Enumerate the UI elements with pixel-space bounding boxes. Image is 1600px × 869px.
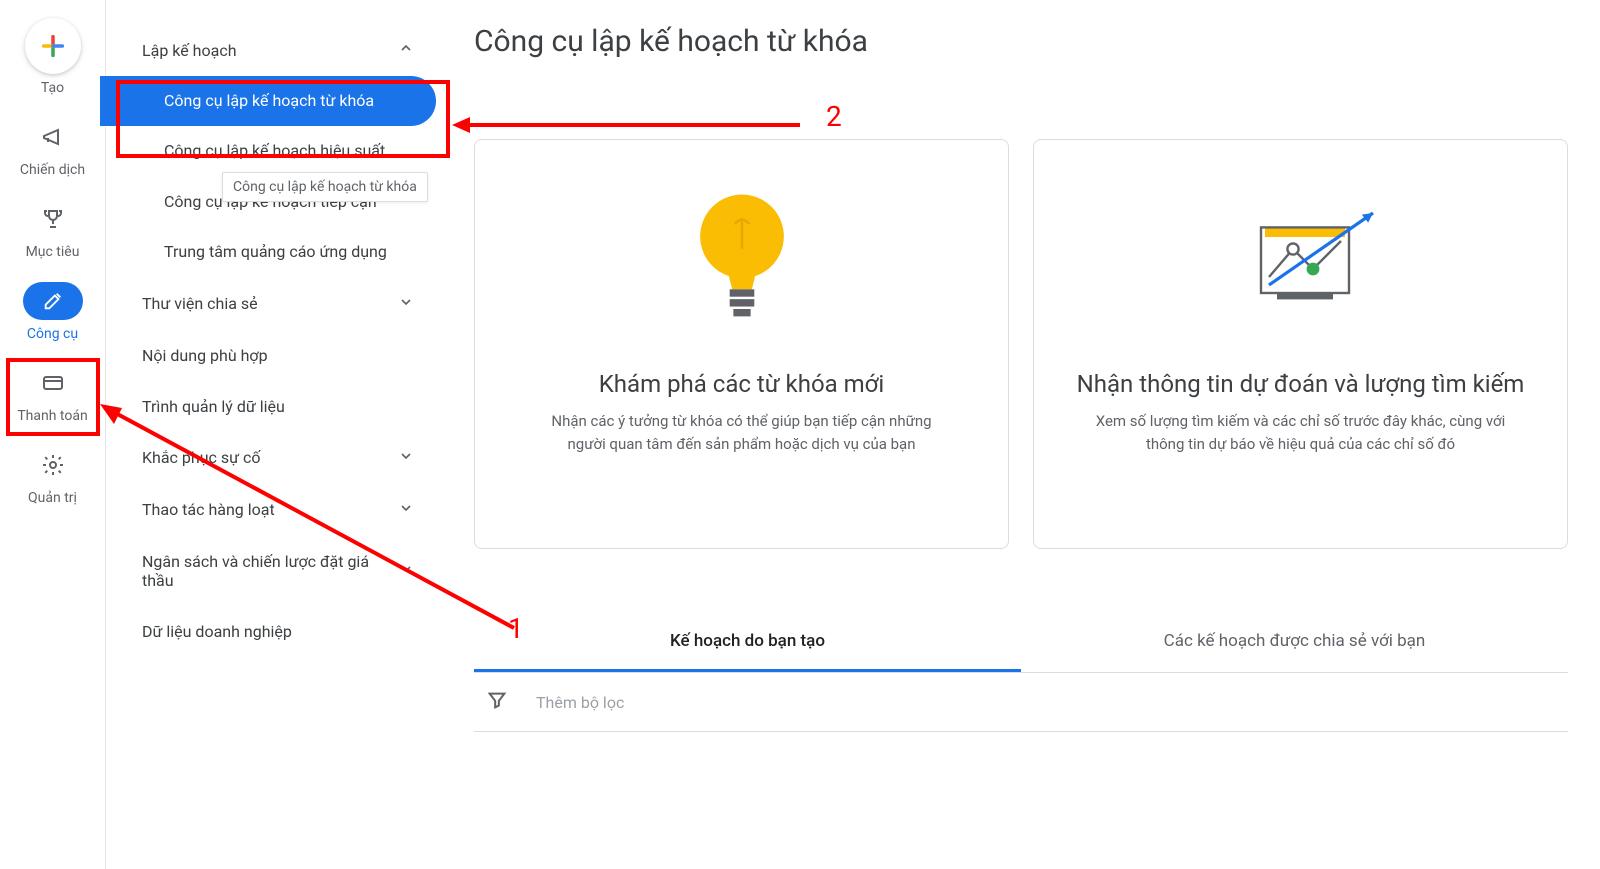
chevron-up-icon [394,40,418,60]
tools-sidebar: Lập kế hoạch Công cụ lập kế hoạch từ khó… [106,0,442,869]
rail-item-billing[interactable]: Thanh toán [0,364,105,424]
sidebar-group-planning[interactable]: Lập kế hoạch [106,24,442,76]
sidebar-item-label: Trình quản lý dữ liệu [142,397,285,416]
create-button[interactable] [25,18,81,74]
left-rail: Tạo Chiến dịch Mục tiêu [0,0,106,869]
card-title: Nhận thông tin dự đoán và lượng tìm kiếm [1077,370,1525,398]
sidebar-group-label: Lập kế hoạch [142,41,394,60]
sidebar-group-budget[interactable]: Ngân sách và chiến lược đặt giá thầu [106,536,442,606]
lightbulb-icon [662,176,822,346]
card-desc: Xem số lượng tìm kiếm và các chỉ số trướ… [1091,410,1511,455]
sidebar-group-bulk[interactable]: Thao tác hàng loạt [106,484,442,536]
sidebar-item-keyword-planner[interactable]: Công cụ lập kế hoạch từ khóa [106,76,436,126]
sidebar-group-label: Thư viện chia sẻ [142,294,394,313]
megaphone-icon [41,125,65,149]
tab-label: Kế hoạch do bạn tạo [670,631,825,651]
page-title: Công cụ lập kế hoạch từ khóa [474,24,1568,59]
rail-item-admin[interactable]: Quản trị [0,446,105,506]
rail-item-label: Thanh toán [17,408,87,424]
tooltip: Công cụ lập kế hoạch từ khóa [222,172,428,202]
card-discover-keywords[interactable]: Khám phá các từ khóa mới Nhận các ý tưởn… [474,139,1009,549]
rail-item-label: Công cụ [27,326,78,342]
card-title: Khám phá các từ khóa mới [599,370,885,398]
sidebar-item-app-hub[interactable]: Trung tâm quảng cáo ứng dụng [106,227,442,277]
sidebar-item-content-suitability[interactable]: Nội dung phù hợp [106,330,442,381]
card-forecast[interactable]: Nhận thông tin dự đoán và lượng tìm kiếm… [1033,139,1568,549]
rail-item-label: Mục tiêu [26,244,80,260]
sidebar-group-label: Khắc phục sự cố [142,448,394,467]
sidebar-item-data-manager[interactable]: Trình quản lý dữ liệu [106,381,442,432]
sidebar-item-label: Công cụ lập kế hoạch hiệu suất [164,141,385,160]
chart-growth-icon [1221,176,1381,346]
sidebar-item-label: Công cụ lập kế hoạch từ khóa [164,91,374,110]
rail-item-label: Chiến dịch [20,162,85,178]
rail-item-goals[interactable]: Mục tiêu [0,200,105,260]
sidebar-group-troubleshoot[interactable]: Khắc phục sự cố [106,432,442,484]
gear-icon [41,453,65,477]
trophy-icon [41,207,65,231]
chevron-down-icon [394,448,418,468]
filter-icon[interactable] [486,689,508,715]
tab-label: Các kế hoạch được chia sẻ với bạn [1164,631,1426,651]
plus-icon [39,32,67,60]
rail-item-label: Quản trị [28,490,77,506]
filter-placeholder: Thêm bộ lọc [536,693,624,712]
main-content: Công cụ lập kế hoạch từ khóa Khám phá cá… [442,0,1600,869]
sidebar-group-label: Thao tác hàng loạt [142,500,394,519]
filter-bar[interactable]: Thêm bộ lọc [474,673,1568,732]
sidebar-item-business-data[interactable]: Dữ liệu doanh nghiệp [106,606,442,657]
chevron-down-icon [394,294,418,314]
sidebar-group-shared-library[interactable]: Thư viện chia sẻ [106,278,442,330]
sidebar-item-performance-planner[interactable]: Công cụ lập kế hoạch hiệu suất [106,126,442,176]
tab-shared-plans[interactable]: Các kế hoạch được chia sẻ với bạn [1021,613,1568,672]
sidebar-group-label: Ngân sách và chiến lược đặt giá thầu [142,552,394,590]
sidebar-item-label: Dữ liệu doanh nghiệp [142,622,292,641]
chevron-down-icon [394,500,418,520]
card-desc: Nhận các ý tưởng từ khóa có thể giúp bạn… [532,410,952,455]
tools-icon [42,290,64,312]
plan-tabs: Kế hoạch do bạn tạo Các kế hoạch được ch… [474,613,1568,673]
chevron-down-icon [394,561,418,581]
card-icon [41,371,65,395]
create-label: Tạo [41,80,64,96]
sidebar-item-label: Nội dung phù hợp [142,346,268,365]
sidebar-item-label: Trung tâm quảng cáo ứng dụng [164,242,387,261]
rail-item-campaigns[interactable]: Chiến dịch [0,118,105,178]
tab-my-plans[interactable]: Kế hoạch do bạn tạo [474,613,1021,672]
rail-item-tools[interactable]: Công cụ [0,282,105,342]
tooltip-text: Công cụ lập kế hoạch từ khóa [233,179,417,195]
